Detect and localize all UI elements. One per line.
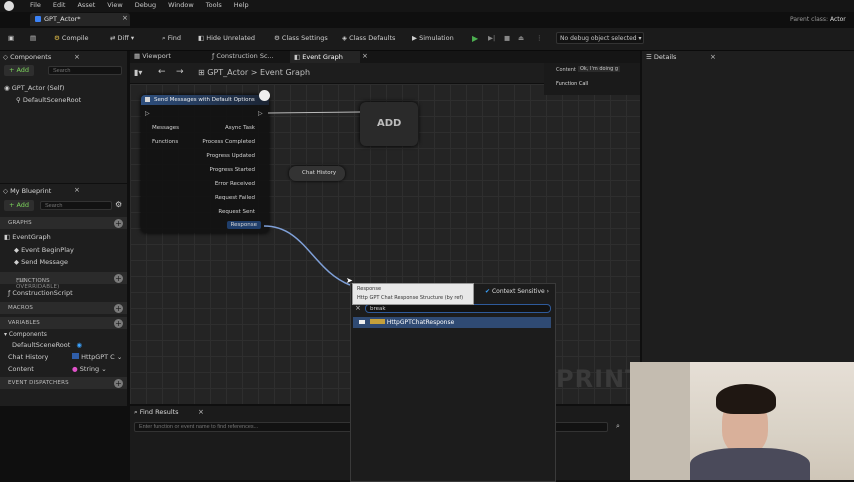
webcam-person-hair	[716, 384, 776, 414]
webcam-background-panel	[630, 362, 690, 480]
details-icon: ☰	[646, 53, 652, 61]
webcam-feed	[630, 362, 854, 480]
exec-wire	[267, 111, 361, 114]
context-sensitive-label: Context Sensitive	[491, 288, 545, 295]
response-wire	[263, 225, 351, 286]
function-call-label: Function Call	[556, 81, 589, 87]
content-label: Content	[556, 67, 576, 73]
close-icon[interactable]: ×	[198, 408, 204, 416]
content-overlay: Content Ok, I'm doing g Function Call	[544, 63, 640, 95]
details-title-label: Details	[653, 53, 677, 61]
find-results-title: ⌕ Find Results	[134, 407, 179, 418]
binoculars-icon[interactable]: ⌕	[616, 422, 620, 431]
struct-type-icon	[369, 319, 385, 324]
context-menu: ✔ Context Sensitive › × break HttpGPTCha…	[350, 283, 556, 482]
struct-icon	[359, 320, 365, 324]
checkbox-icon[interactable]: ✔	[485, 288, 490, 295]
context-search-input[interactable]: break	[365, 304, 551, 313]
context-result-label: HttpGPTChatResponse	[386, 319, 455, 326]
content-value[interactable]: Ok, I'm doing g	[578, 66, 621, 72]
clear-search-icon[interactable]: ×	[355, 304, 361, 312]
context-search-value: break	[370, 306, 386, 312]
chevron-right-icon: ›	[546, 288, 550, 295]
details-panel	[642, 51, 854, 406]
details-title: ☰ Details	[646, 52, 676, 63]
tooltip-name: Response	[357, 286, 382, 292]
pin-tooltip: Response Http GPT Chat Response Structur…	[352, 283, 474, 305]
webcam-person-body	[690, 448, 810, 480]
mouse-cursor-icon: ➤	[346, 276, 353, 285]
close-icon[interactable]: ×	[710, 53, 716, 61]
search-icon: ⌕	[134, 408, 138, 416]
context-result-item[interactable]: HttpGPTChatResponse	[353, 317, 551, 328]
find-results-title-label: Find Results	[139, 408, 179, 416]
tooltip-type: Http GPT Chat Response Structure (by ref…	[357, 295, 464, 301]
context-sensitive-toggle[interactable]: ✔ Context Sensitive ›	[485, 288, 549, 295]
